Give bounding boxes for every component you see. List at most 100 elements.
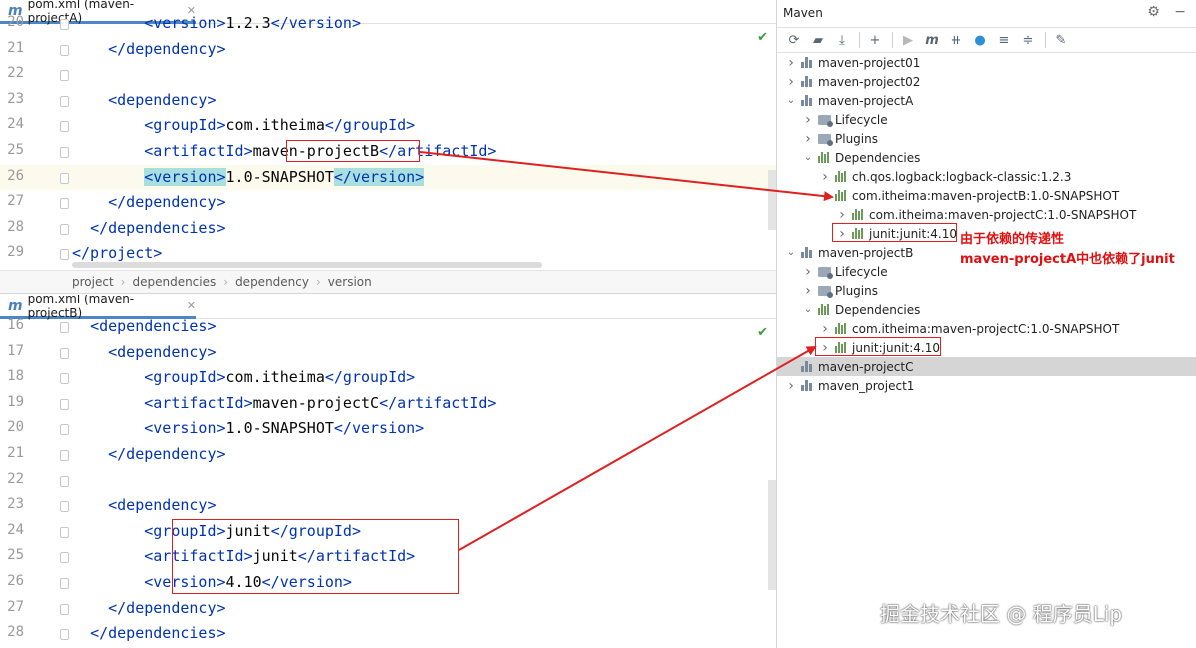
code-line[interactable]: 23 <dependency>	[0, 88, 776, 114]
code-line[interactable]: 28 </dependencies>	[0, 621, 776, 647]
code-line[interactable]: 20 <version>1.0-SNAPSHOT</version>	[0, 416, 776, 442]
fold-marker-icon[interactable]	[60, 629, 69, 641]
horizontal-scrollbar[interactable]	[72, 262, 542, 268]
fold-marker-icon[interactable]	[60, 398, 69, 410]
chevron-down-icon[interactable]: ⌄	[819, 190, 831, 201]
maven-module-icon	[801, 57, 814, 68]
tree-node[interactable]: maven-projectC	[777, 357, 1196, 376]
tree-node[interactable]: › com.itheima:maven-projectC:1.0-SNAPSHOT	[777, 319, 1196, 338]
tree-node[interactable]: › com.itheima:maven-projectC:1.0-SNAPSHOT	[777, 205, 1196, 224]
add-folder-icon[interactable]: ▰	[807, 30, 829, 50]
plus-icon[interactable]: +	[864, 30, 886, 50]
vertical-scrollbar[interactable]	[768, 480, 776, 590]
tree-node[interactable]: › maven-project02	[777, 72, 1196, 91]
chevron-right-icon[interactable]: ›	[785, 55, 797, 71]
tree-node[interactable]: ⌄ Dependencies	[777, 300, 1196, 319]
chevron-right-icon[interactable]: ›	[836, 207, 848, 223]
chevron-right-icon[interactable]: ›	[785, 74, 797, 90]
fold-marker-icon[interactable]	[60, 249, 69, 261]
tree-node[interactable]: › ch.qos.logback:logback-classic:1.2.3	[777, 167, 1196, 186]
code-line[interactable]: 27 </dependency>	[0, 596, 776, 622]
chevron-down-icon[interactable]: ⌄	[802, 152, 814, 163]
tree-node[interactable]: ⌄ maven-projectA	[777, 91, 1196, 110]
chevron-down-icon[interactable]: ⌄	[802, 304, 814, 315]
chevron-down-icon[interactable]: ⌄	[785, 247, 797, 258]
fold-marker-icon[interactable]	[60, 526, 69, 538]
fold-marker-icon[interactable]	[60, 373, 69, 385]
code-line[interactable]: 17 <dependency>	[0, 340, 776, 366]
chevron-right-icon[interactable]: ›	[819, 169, 831, 185]
fold-marker-icon[interactable]	[60, 424, 69, 436]
xml-tag: <dependencies>	[90, 317, 217, 335]
fold-marker-icon[interactable]	[60, 347, 69, 359]
fold-marker-icon[interactable]	[60, 70, 69, 82]
breadcrumb-item[interactable]: dependency	[235, 275, 309, 289]
code-line[interactable]: 18 <groupId>com.itheima</groupId>	[0, 365, 776, 391]
fold-marker-icon[interactable]	[60, 552, 69, 564]
fold-marker-icon[interactable]	[60, 223, 69, 235]
fold-marker-icon[interactable]	[60, 172, 69, 184]
tree-node[interactable]: › Plugins	[777, 129, 1196, 148]
chevron-down-icon[interactable]: ⌄	[785, 95, 797, 106]
code-line[interactable]: 22	[0, 468, 776, 494]
code-line[interactable]: 20 <version>1.2.3</version>	[0, 11, 776, 37]
code-line[interactable]: 21 </dependency>	[0, 37, 776, 63]
fold-marker-icon[interactable]	[60, 501, 69, 513]
xml-tag: </artifactId>	[379, 393, 497, 412]
close-tab-icon[interactable]: ✕	[187, 299, 196, 312]
maven-goal-icon[interactable]: m	[921, 30, 943, 50]
fold-marker-icon[interactable]	[60, 147, 69, 158]
fold-marker-icon[interactable]	[60, 475, 69, 487]
code-line[interactable]: 19 <artifactId>maven-projectC</artifactI…	[0, 391, 776, 417]
tree-node[interactable]: ⌄ Dependencies	[777, 148, 1196, 167]
code-line[interactable]: 28 </dependencies>	[0, 216, 776, 242]
chevron-right-icon[interactable]: ›	[802, 112, 814, 128]
chevron-right-icon[interactable]: ›	[785, 378, 797, 394]
wrench-icon[interactable]: ✎	[1050, 30, 1072, 50]
fold-marker-icon[interactable]	[60, 603, 69, 615]
chevron-right-icon[interactable]: ›	[802, 131, 814, 147]
code-line[interactable]: 26 <version>1.0-SNAPSHOT</version>	[0, 164, 776, 191]
tree-node[interactable]: › Lifecycle	[777, 110, 1196, 129]
code-line[interactable]: 24 <groupId>com.itheima</groupId>	[0, 113, 776, 139]
fold-marker-icon[interactable]	[60, 198, 69, 210]
maven-module-icon	[801, 380, 814, 391]
tree-node[interactable]: › maven-project01	[777, 53, 1196, 72]
vertical-scrollbar[interactable]	[768, 170, 776, 230]
offline-icon[interactable]: ●	[969, 30, 991, 50]
fold-marker-icon[interactable]	[60, 322, 69, 333]
fold-marker-icon[interactable]	[60, 121, 69, 133]
maven-header: Maven ⚙ −	[777, 0, 1196, 26]
chevron-right-icon[interactable]: ›	[819, 321, 831, 337]
code-line[interactable]: 22	[0, 62, 776, 88]
chevron-right-icon[interactable]: ›	[802, 283, 814, 299]
code-line[interactable]: 27 </dependency>	[0, 190, 776, 216]
breadcrumb-item[interactable]: project	[72, 275, 114, 289]
fold-marker-icon[interactable]	[60, 44, 69, 56]
minimize-icon[interactable]: −	[1174, 4, 1186, 20]
chevron-right-icon[interactable]: ›	[802, 264, 814, 280]
breadcrumb-item[interactable]: version	[328, 275, 372, 289]
line-number: 18	[7, 368, 24, 385]
tree-node[interactable]: › maven_project1	[777, 376, 1196, 395]
tree-node[interactable]: › Plugins	[777, 281, 1196, 300]
code-line[interactable]: 23 <dependency>	[0, 493, 776, 519]
skip-tests-icon[interactable]: ⧺	[945, 30, 967, 50]
settings-gear-icon[interactable]: ⚙	[1147, 4, 1160, 20]
fold-marker-icon[interactable]	[60, 19, 69, 30]
tree-node[interactable]: ⌄ com.itheima:maven-projectB:1.0-SNAPSHOT	[777, 186, 1196, 205]
expand-icon[interactable]: ≑	[1017, 30, 1039, 50]
code-line[interactable]: 21 </dependency>	[0, 442, 776, 468]
xml-value: 1.0-SNAPSHOT	[225, 419, 334, 438]
download-icon[interactable]: ⤓	[831, 30, 853, 50]
xml-value: 1.0-SNAPSHOT	[225, 167, 334, 186]
tree-node-label: maven-project01	[818, 55, 921, 70]
reload-icon[interactable]: ⟳	[783, 30, 805, 50]
fold-marker-icon[interactable]	[60, 578, 69, 589]
fold-marker-icon[interactable]	[60, 450, 69, 461]
run-icon[interactable]: ▶	[897, 30, 919, 50]
fold-marker-icon[interactable]	[60, 95, 69, 107]
breadcrumb-item[interactable]: dependencies	[132, 275, 216, 289]
collapse-icon[interactable]: ≡	[993, 30, 1015, 50]
code-line[interactable]: 16 <dependencies>	[0, 314, 776, 340]
